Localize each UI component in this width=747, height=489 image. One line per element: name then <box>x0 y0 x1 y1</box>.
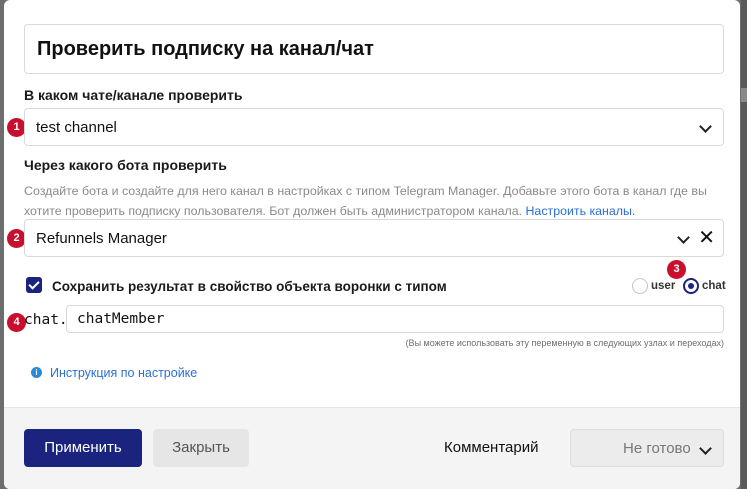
bot-select-value: Refunnels Manager <box>36 230 167 247</box>
bot-select[interactable]: Refunnels Manager ✕ <box>24 219 724 257</box>
chat-select[interactable]: test channel <box>24 108 724 146</box>
configure-channels-link[interactable]: Настроить каналы. <box>525 204 635 218</box>
variable-note: (Вы можете использовать эту переменную в… <box>405 338 724 348</box>
chat-select-value: test channel <box>36 119 117 136</box>
variable-name-input[interactable] <box>66 305 724 333</box>
close-icon[interactable]: ✕ <box>698 226 715 250</box>
dialog-footer: Применить Закрыть Комментарий Не готово <box>4 407 740 489</box>
comment-button[interactable]: Комментарий <box>444 439 538 456</box>
close-button[interactable]: Закрыть <box>153 429 249 467</box>
chevron-down-icon <box>699 120 712 133</box>
backdrop <box>741 0 747 489</box>
bot-hint: Создайте бота и создайте для него канал … <box>24 181 726 221</box>
variable-prefix: chat. <box>24 312 68 328</box>
chevron-down-icon <box>699 442 712 455</box>
status-select[interactable]: Не готово <box>570 429 724 467</box>
bot-label: Через какого бота проверить <box>24 157 227 173</box>
status-select-value: Не готово <box>623 440 691 457</box>
chevron-down-icon[interactable] <box>677 231 690 244</box>
dialog-title[interactable]: Проверить подписку на канал/чат <box>24 24 724 74</box>
save-result-checkbox[interactable] <box>26 277 42 293</box>
radio-chat-label: chat <box>702 280 726 292</box>
radio-user[interactable] <box>632 278 648 294</box>
check-subscription-dialog: Проверить подписку на канал/чат В каком … <box>4 0 740 489</box>
apply-button[interactable]: Применить <box>24 429 142 467</box>
radio-user-label: user <box>651 280 676 292</box>
radio-chat[interactable] <box>683 278 699 294</box>
chat-label: В каком чате/канале проверить <box>24 87 243 103</box>
info-icon: i <box>31 367 42 378</box>
save-result-label: Сохранить результат в свойство объекта в… <box>52 279 447 294</box>
backdrop-mark <box>741 88 747 102</box>
setup-instructions-link[interactable]: Инструкция по настройке <box>50 366 197 380</box>
badge-3: 3 <box>667 260 686 279</box>
